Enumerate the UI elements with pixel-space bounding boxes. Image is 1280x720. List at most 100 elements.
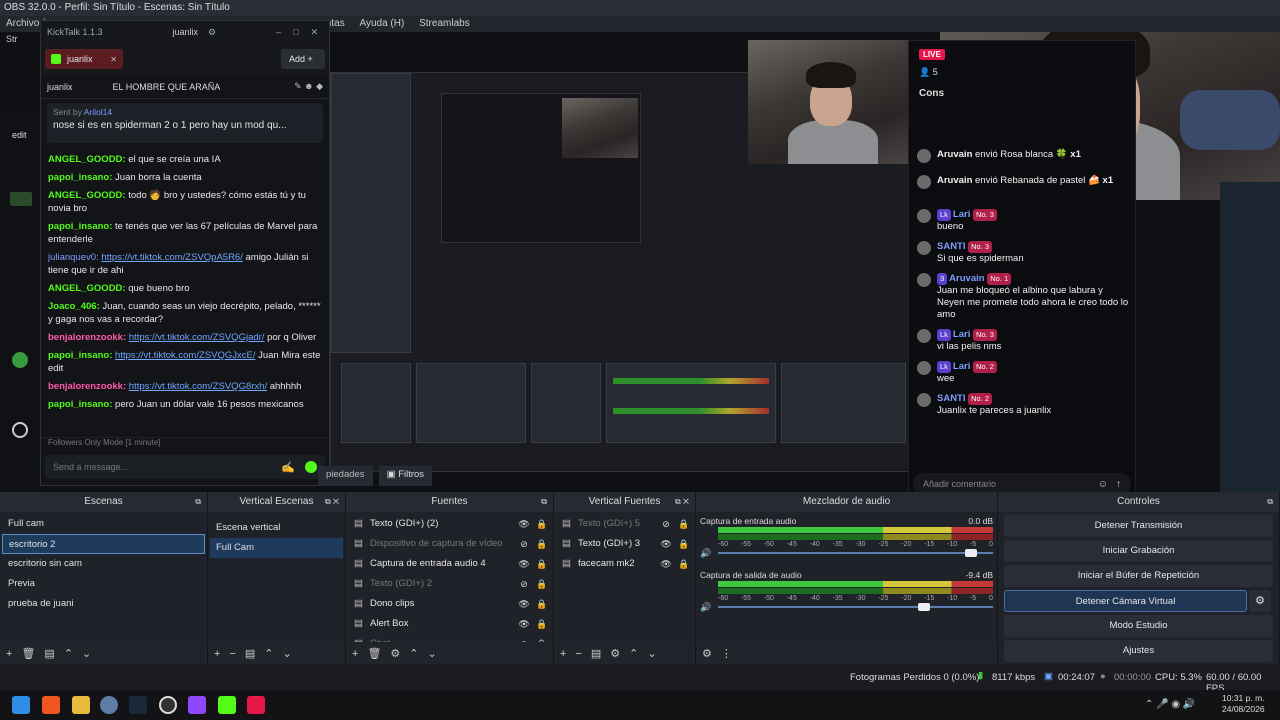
- lock-icon[interactable]: 🔒: [675, 554, 693, 574]
- visibility-icon[interactable]: ⊘: [515, 534, 533, 554]
- chat-username[interactable]: papoi_insano:: [48, 350, 112, 361]
- add-icon[interactable]: +: [352, 648, 358, 660]
- config-icon[interactable]: ▤: [245, 648, 255, 660]
- move-up-icon[interactable]: ⌃: [629, 648, 638, 660]
- source-item[interactable]: ▤ Texto (GDI+) (2) 👁 🔒: [348, 514, 551, 534]
- dock-float-icon[interactable]: ⧉: [1267, 492, 1273, 512]
- visibility-icon[interactable]: ⊘: [515, 574, 533, 594]
- control-button[interactable]: Iniciar Grabación: [1004, 540, 1273, 562]
- lock-icon[interactable]: 🔒: [675, 534, 693, 554]
- gear-icon[interactable]: ⚙: [390, 648, 400, 660]
- remove-icon[interactable]: 🗑: [367, 648, 381, 660]
- chat-username[interactable]: julianquev0:: [48, 252, 99, 263]
- kicktalk-settings-icon[interactable]: ⚙: [208, 27, 216, 38]
- gear-icon[interactable]: ⚙: [702, 648, 712, 660]
- kick-emote-icon[interactable]: [305, 461, 317, 473]
- chat-username[interactable]: papoi_insano:: [48, 172, 112, 183]
- chat-link[interactable]: https://vt.tiktok.com/ZSVQG8rxh/: [129, 381, 267, 392]
- source-item[interactable]: ▤ facecam mk2 👁 🔒: [556, 554, 693, 574]
- control-button[interactable]: Ajustes: [1004, 640, 1273, 662]
- kick-chat-username[interactable]: SANTI: [937, 241, 966, 252]
- control-button[interactable]: Detener Cámara Virtual: [1004, 590, 1247, 612]
- add-button[interactable]: Add +: [281, 49, 325, 69]
- channel-actions-icon[interactable]: ✎ ☻ ◆: [294, 81, 323, 92]
- gear-icon[interactable]: ⚙: [610, 648, 620, 660]
- lock-icon[interactable]: 🔒: [533, 574, 551, 594]
- volume-slider[interactable]: [718, 549, 993, 557]
- chat-username[interactable]: ANGEL_GOODD:: [48, 190, 126, 201]
- kicktalk-maximize-icon[interactable]: □: [293, 27, 298, 37]
- obs-icon[interactable]: [159, 696, 177, 714]
- tab-close-icon[interactable]: ✕: [110, 55, 117, 64]
- source-item[interactable]: ▤ Alert Box 👁 🔒: [348, 614, 551, 634]
- source-item[interactable]: ▤ Texto (GDI+) 3 👁 🔒: [556, 534, 693, 554]
- control-button[interactable]: Detener Transmisión: [1004, 515, 1273, 537]
- control-button[interactable]: Iniciar el Búfer de Repetición: [1004, 565, 1273, 587]
- move-down-icon[interactable]: ⌄: [428, 648, 437, 660]
- lock-icon[interactable]: 🔒: [533, 594, 551, 614]
- message-input[interactable]: Send a message... ✍: [45, 455, 325, 479]
- visibility-icon[interactable]: ⊘: [515, 634, 533, 642]
- kicktalk-close-icon[interactable]: ✕: [311, 27, 319, 38]
- move-up-icon[interactable]: ⌃: [264, 648, 273, 660]
- add-icon[interactable]: +: [560, 648, 566, 660]
- visibility-icon[interactable]: 👁: [515, 514, 533, 534]
- chat-link[interactable]: https://vt.tiktok.com/ZSVQGJxcE/: [115, 350, 255, 361]
- move-down-icon[interactable]: ⌄: [283, 648, 292, 660]
- visibility-icon[interactable]: ⊘: [657, 514, 675, 534]
- kicktalk-minimize-icon[interactable]: –: [276, 27, 281, 37]
- menu-streamlabs[interactable]: Streamlabs: [413, 16, 476, 31]
- add-icon[interactable]: +: [6, 648, 12, 660]
- move-up-icon[interactable]: ⌃: [64, 648, 73, 660]
- dock-float-icon[interactable]: ⧉: [541, 492, 547, 512]
- move-up-icon[interactable]: ⌃: [409, 648, 418, 660]
- kick-chat-username[interactable]: Lari: [953, 361, 970, 372]
- kick-icon[interactable]: [218, 696, 236, 714]
- scene-item[interactable]: prueba de juani: [2, 594, 205, 614]
- menu-ayuda[interactable]: Ayuda (H): [353, 16, 410, 31]
- source-item[interactable]: ▤ Texto (GDI+) 2 ⊘ 🔒: [348, 574, 551, 594]
- twitch-icon[interactable]: [188, 696, 206, 714]
- lock-icon[interactable]: 🔒: [533, 634, 551, 642]
- tray-icons[interactable]: ⌃ 🎤 ◉ 🔊: [1145, 699, 1195, 710]
- lock-icon[interactable]: 🔒: [533, 614, 551, 634]
- move-down-icon[interactable]: ⌄: [82, 648, 91, 660]
- chat-username[interactable]: ANGEL_GOODD:: [48, 283, 126, 294]
- chat-username[interactable]: ANGEL_GOODD:: [48, 154, 126, 165]
- visibility-icon[interactable]: 👁: [657, 554, 675, 574]
- add-icon[interactable]: +: [214, 648, 220, 660]
- dock-close-icon[interactable]: ⧉ ✕: [675, 492, 689, 512]
- lock-icon[interactable]: 🔒: [675, 514, 693, 534]
- source-item[interactable]: ▤ Texto (GDI+) 5 ⊘ 🔒: [556, 514, 693, 534]
- config-icon[interactable]: ▤: [591, 648, 601, 660]
- more-icon[interactable]: ⋮: [721, 648, 732, 660]
- volume-knob[interactable]: [918, 603, 931, 611]
- brave-icon[interactable]: [42, 696, 60, 714]
- speaker-icon[interactable]: 🔊: [700, 548, 718, 559]
- remove-icon[interactable]: −: [575, 648, 581, 660]
- source-item[interactable]: ▤ Dono clips 👁 🔒: [348, 594, 551, 614]
- emoji-icon[interactable]: ☺: [1098, 479, 1108, 490]
- chat-link[interactable]: https://vt.tiktok.com/ZSVQGjadr/: [129, 332, 265, 343]
- control-button[interactable]: Modo Estudio: [1004, 615, 1273, 637]
- chat-username[interactable]: benjalorenzookk:: [48, 332, 126, 343]
- visibility-icon[interactable]: 👁: [515, 554, 533, 574]
- source-item[interactable]: ▤ Chat⊘🔒: [348, 634, 551, 642]
- volume-slider[interactable]: [718, 603, 993, 611]
- windows-start-icon[interactable]: [12, 696, 30, 714]
- volume-knob[interactable]: [965, 549, 977, 557]
- lock-icon[interactable]: 🔒: [533, 554, 551, 574]
- scene-item[interactable]: escritorio 2: [2, 534, 205, 554]
- visibility-icon[interactable]: 👁: [657, 534, 675, 554]
- virtual-cam-settings-icon[interactable]: ⚙: [1249, 590, 1271, 612]
- vertical-scene-item[interactable]: Full Cam: [210, 538, 343, 558]
- vertical-scene-item[interactable]: Escena vertical: [210, 518, 343, 538]
- lock-icon[interactable]: 🔒: [533, 514, 551, 534]
- remove-icon[interactable]: −: [229, 648, 235, 660]
- lock-icon[interactable]: 🔒: [533, 534, 551, 554]
- scene-item[interactable]: Full cam: [2, 514, 205, 534]
- kick-chat-username[interactable]: SANTI: [937, 393, 966, 404]
- tab-juanlix[interactable]: juanlix ✕: [45, 49, 123, 69]
- dock-float-icon[interactable]: ⧉: [195, 492, 201, 512]
- kick-chat-username[interactable]: Lari: [953, 329, 970, 340]
